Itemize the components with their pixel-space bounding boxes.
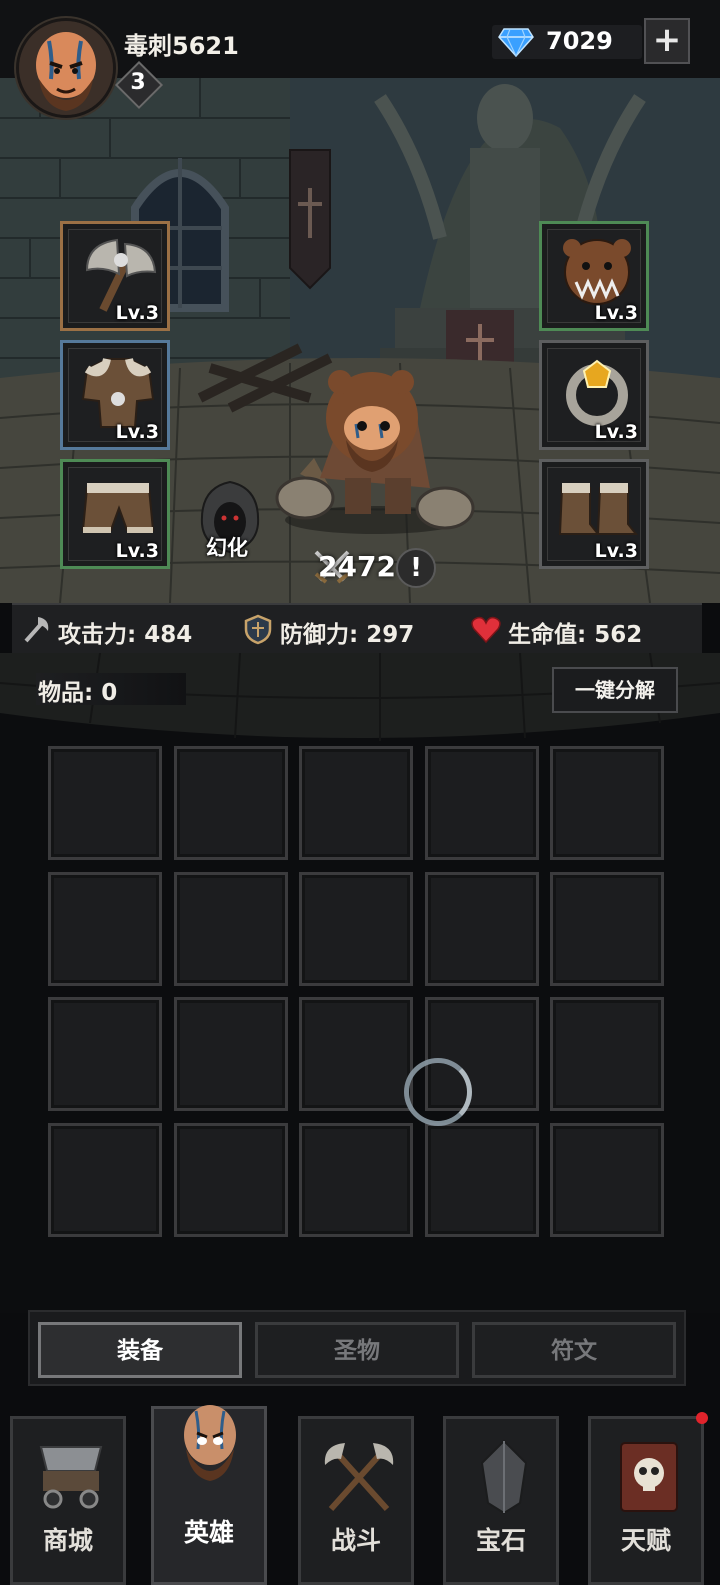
equip-level: Lv.3 — [594, 540, 638, 562]
loading-spinner-icon — [404, 1058, 472, 1126]
inventory-slot[interactable] — [424, 1122, 539, 1237]
inventory-slot[interactable] — [550, 746, 664, 860]
shield-icon — [244, 614, 272, 645]
nav-label: 宝石 — [475, 1526, 526, 1555]
nav-talent[interactable]: 天赋 — [588, 1416, 704, 1585]
items-count: 物品: 0 — [36, 673, 186, 706]
tab-relics[interactable]: 圣物 — [255, 1322, 459, 1378]
skull-book-icon — [620, 1442, 678, 1512]
cart-icon — [39, 1446, 103, 1509]
nav-label: 天赋 — [620, 1526, 671, 1555]
player-name: 毒刺5621 — [124, 32, 239, 60]
player-avatar[interactable] — [16, 18, 116, 118]
equip-slot-helmet[interactable]: Lv.3 — [539, 221, 649, 331]
add-gems-button[interactable]: + — [644, 18, 690, 64]
nav-label: 英雄 — [183, 1518, 234, 1547]
gem-count: 7029 — [546, 27, 613, 55]
equip-level: Lv.3 — [115, 540, 159, 562]
inventory-slot[interactable] — [550, 997, 664, 1111]
equip-level: Lv.3 — [594, 421, 638, 443]
inventory-slot[interactable] — [299, 871, 413, 986]
nav-shop[interactable]: 商城 — [10, 1416, 126, 1585]
inventory-slot[interactable] — [550, 871, 664, 986]
inventory-slot[interactable] — [424, 871, 539, 986]
equip-level: Lv.3 — [115, 421, 159, 443]
diamond-gem-icon — [498, 28, 534, 57]
equip-slot-ring[interactable]: Lv.3 — [539, 340, 649, 450]
player-level-badge: 3 — [114, 60, 164, 110]
inventory-slot[interactable] — [173, 871, 288, 986]
equip-slot-armor[interactable]: Lv.3 — [60, 340, 170, 450]
inventory-slot[interactable] — [173, 1122, 288, 1237]
inventory-slot[interactable] — [173, 997, 288, 1111]
equip-slot-pants[interactable]: Lv.3 — [60, 459, 170, 569]
inventory-slot[interactable] — [299, 997, 413, 1111]
player-level: 3 — [130, 70, 146, 95]
gem-currency: 7029 — [492, 25, 642, 59]
stats-bar: 攻击力: 484 防御力: 297 生命值: 562 — [12, 603, 702, 657]
equip-slot-weapon[interactable]: Lv.3 — [60, 221, 170, 331]
crystal-icon — [480, 1439, 528, 1515]
hero-scene: Lv.3 Lv.3 Lv.3 Lv.3 Lv.3 Lv.3 幻化 2472 ! — [0, 78, 720, 603]
equip-slot-boots[interactable]: Lv.3 — [539, 459, 649, 569]
nav-label: 战斗 — [330, 1526, 381, 1555]
bald-warrior-face-icon — [19, 21, 113, 115]
inventory-slot[interactable] — [424, 746, 539, 860]
talent-notification-dot — [696, 1412, 708, 1424]
nav-battle[interactable]: 战斗 — [298, 1416, 414, 1585]
tab-equipment[interactable]: 装备 — [38, 1322, 242, 1378]
tab-runes[interactable]: 符文 — [472, 1322, 676, 1378]
inventory-slot[interactable] — [550, 1122, 664, 1237]
power-info-button[interactable]: ! — [396, 548, 436, 588]
attack-label: 攻击力: 484 — [58, 622, 193, 648]
defense-label: 防御力: 297 — [280, 622, 415, 648]
crossed-axes-icon — [324, 1443, 394, 1512]
nav-label: 商城 — [42, 1526, 93, 1555]
inventory-slot[interactable] — [299, 746, 413, 860]
inventory-slot[interactable] — [48, 1122, 162, 1237]
attack-axe-icon — [24, 617, 49, 643]
inventory-slot[interactable] — [48, 997, 162, 1111]
transform-label[interactable]: 幻化 — [206, 532, 248, 562]
equipment-tab-bar: 装备 圣物 符文 — [28, 1310, 686, 1386]
health-label: 生命值: 562 — [508, 622, 643, 648]
equip-level: Lv.3 — [594, 302, 638, 324]
inventory-slot[interactable] — [173, 746, 288, 860]
decompose-all-button[interactable]: 一键分解 — [552, 667, 678, 713]
heart-icon — [471, 616, 501, 644]
hero-face-icon — [184, 1405, 236, 1481]
inventory-slot[interactable] — [48, 871, 162, 986]
inventory-slot[interactable] — [48, 746, 162, 860]
nav-gems[interactable]: 宝石 — [443, 1416, 559, 1585]
equip-level: Lv.3 — [115, 302, 159, 324]
combat-power-value: 2472 — [318, 550, 396, 583]
inventory-slot[interactable] — [299, 1122, 413, 1237]
nav-hero[interactable]: 英雄 — [151, 1405, 267, 1585]
